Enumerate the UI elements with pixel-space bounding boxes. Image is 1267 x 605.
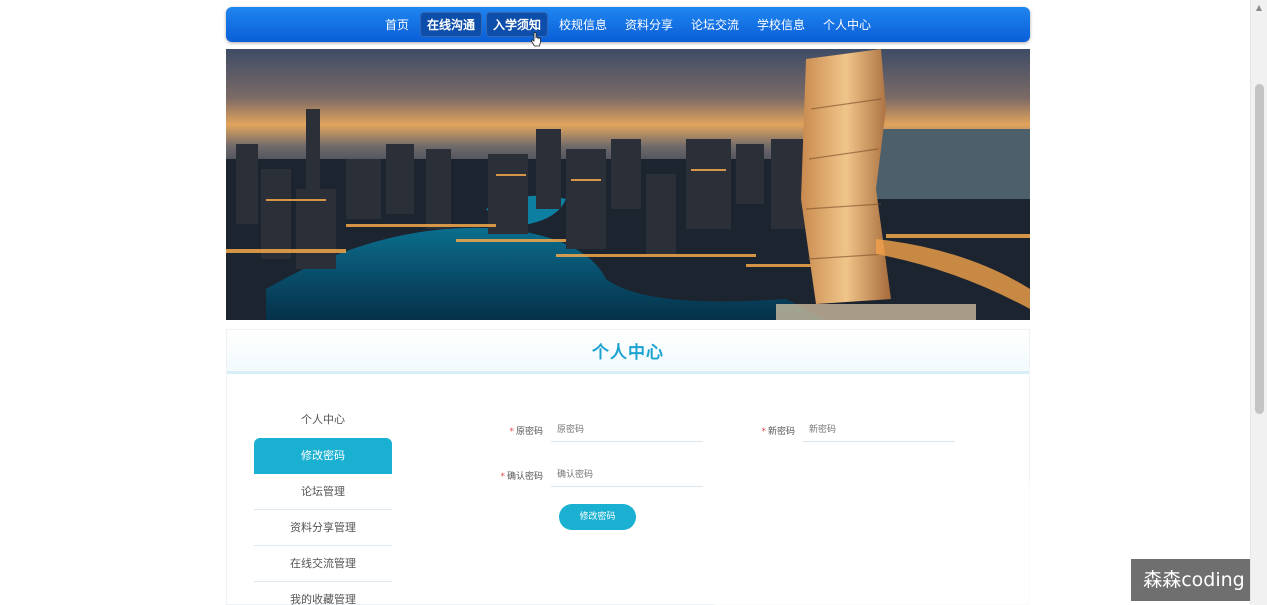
sidebar-item-favorites-management[interactable]: 我的收藏管理: [254, 582, 392, 605]
nav-item-school-info[interactable]: 学校信息: [750, 12, 812, 37]
old-password-label-text: 原密码: [515, 426, 543, 437]
city-skyline-image: [226, 49, 1030, 320]
watermark: 森森coding: [1131, 559, 1257, 601]
panel-header: 个人中心: [227, 330, 1029, 374]
old-password-label: * 原密码: [497, 424, 543, 437]
panel-title: 个人中心: [592, 343, 664, 363]
new-password-label-text: 新密码: [767, 426, 795, 437]
new-password-input[interactable]: [803, 418, 955, 442]
nav-item-online-chat[interactable]: 在线沟通: [419, 12, 482, 37]
sidebar-item-change-password[interactable]: 修改密码: [254, 438, 392, 474]
nav-item-school-rules[interactable]: 校规信息: [552, 12, 614, 37]
scroll-up-arrow-icon[interactable]: ▲: [1251, 0, 1267, 16]
nav-item-home[interactable]: 首页: [378, 12, 416, 37]
sidebar-item-resource-share-management[interactable]: 资料分享管理: [254, 510, 392, 546]
required-mark: *: [500, 471, 505, 482]
old-password-row: * 原密码: [497, 418, 703, 442]
new-password-row: * 新密码: [749, 418, 955, 442]
old-password-input[interactable]: [551, 418, 703, 442]
nav-item-resource-share[interactable]: 资料分享: [618, 12, 680, 37]
page-scrollbar[interactable]: ▲: [1250, 0, 1267, 605]
required-mark: *: [509, 426, 514, 437]
confirm-password-label-text: 确认密码: [506, 471, 543, 482]
confirm-password-row: * 确认密码: [497, 463, 703, 487]
nav-item-personal-center[interactable]: 个人中心: [816, 12, 878, 37]
confirm-password-input[interactable]: [551, 463, 703, 487]
scrollbar-thumb[interactable]: [1255, 84, 1264, 414]
hand-cursor-icon: [530, 32, 541, 47]
top-nav: 首页 在线沟通 入学须知 校规信息 资料分享 论坛交流 学校信息 个人中心: [226, 7, 1030, 42]
required-mark: *: [761, 426, 766, 437]
page: 首页 在线沟通 入学须知 校规信息 资料分享 论坛交流 学校信息 个人中心 个人…: [0, 0, 1267, 605]
sidebar-item-online-chat-management[interactable]: 在线交流管理: [254, 546, 392, 582]
banner-image: [226, 49, 1030, 320]
nav-item-forum[interactable]: 论坛交流: [684, 12, 746, 37]
change-password-button[interactable]: 修改密码: [559, 504, 636, 530]
sidebar: 个人中心 修改密码 论坛管理 资料分享管理 在线交流管理 我的收藏管理: [254, 402, 392, 605]
sidebar-item-personal-center[interactable]: 个人中心: [254, 402, 392, 438]
new-password-label: * 新密码: [749, 424, 795, 437]
sidebar-item-forum-management[interactable]: 论坛管理: [254, 474, 392, 510]
confirm-password-label: * 确认密码: [497, 469, 543, 482]
